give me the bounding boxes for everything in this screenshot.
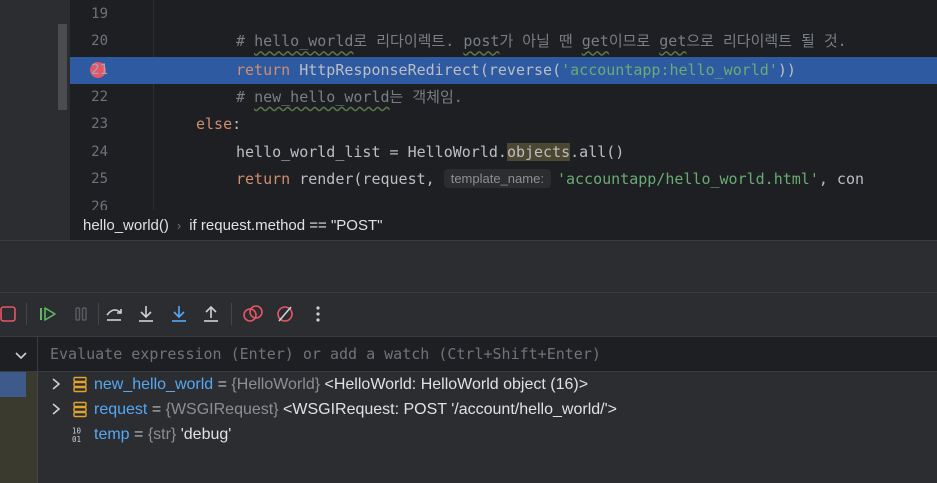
view-breakpoints-icon[interactable]	[242, 303, 264, 325]
variable-text: temp = {str} 'debug'	[94, 426, 232, 443]
line-number: 25	[91, 171, 108, 188]
svg-text:01: 01	[72, 435, 81, 443]
variable-name: new_hello_world	[94, 376, 214, 393]
tool-strip-scrollbar[interactable]	[58, 24, 67, 110]
chevron-right-icon[interactable]	[49, 376, 63, 392]
variable-row[interactable]: 10 01 temp = {str} 'debug'	[38, 422, 937, 447]
code-line[interactable]: 23 else:	[70, 111, 937, 138]
breadcrumb-function[interactable]: hello_world()	[83, 217, 169, 234]
variable-value: <WSGIRequest: POST '/account/hello_world…	[278, 401, 617, 418]
variable-value: <HelloWorld: HelloWorld object (16)>	[320, 376, 589, 393]
object-icon	[72, 376, 88, 393]
variable-value: 'debug'	[176, 426, 232, 443]
line-number: 22	[91, 88, 108, 105]
variables-panel: new_hello_world = {HelloWorld} <HelloWor…	[38, 372, 937, 483]
line-number: 19	[91, 6, 108, 22]
variable-type: {HelloWorld}	[231, 376, 321, 393]
code-text: # new_hello_world는 객체임.	[236, 87, 463, 106]
chevron-down-icon[interactable]	[12, 346, 30, 364]
code-line[interactable]: 19	[70, 1, 937, 28]
line-number: 24	[91, 143, 108, 160]
evaluate-row	[0, 336, 937, 373]
chevron-right-icon[interactable]	[49, 401, 63, 417]
execution-line[interactable]: 21 return HttpResponseRedirect(reverse('…	[70, 56, 937, 84]
evaluate-divider	[37, 337, 38, 373]
parameter-hint: template_name:	[443, 169, 551, 189]
line-number: 20	[91, 33, 108, 50]
code-editor[interactable]: 19 20 # hello_world로 리다이렉트. post가 아닐 땐 g…	[0, 0, 937, 240]
code-line[interactable]: 20 # hello_world로 리다이렉트. post가 아닐 땐 get이…	[70, 28, 937, 55]
breadcrumb: hello_world() › if request.method == "PO…	[70, 210, 937, 240]
toolbar-divider	[231, 303, 232, 325]
string-icon: 10 01	[72, 426, 88, 445]
code-text: hello_world_list = HelloWorld.objects.al…	[236, 142, 625, 161]
debug-tabs-band	[0, 240, 937, 292]
code-text: # hello_world로 리다이렉트. post가 아닐 땐 get이므로 …	[236, 32, 847, 51]
code-text: else:	[196, 115, 242, 134]
variable-row[interactable]: request = {WSGIRequest} <WSGIRequest: PO…	[38, 397, 937, 422]
mute-breakpoints-icon[interactable]	[274, 303, 296, 325]
code-line[interactable]: 24 hello_world_list = HelloWorld.objects…	[70, 139, 937, 166]
debug-toolbar	[0, 292, 937, 336]
project-tool-strip	[0, 0, 70, 240]
object-icon	[72, 401, 88, 418]
resume-icon[interactable]	[37, 303, 59, 325]
step-into-icon[interactable]	[135, 303, 157, 325]
variable-text: new_hello_world = {HelloWorld} <HelloWor…	[94, 376, 589, 393]
code-text: return render(request, template_name:'ac…	[236, 169, 865, 189]
breadcrumb-condition[interactable]: if request.method == "POST"	[189, 217, 382, 234]
line-number: 23	[91, 116, 108, 133]
variable-name: request	[94, 401, 148, 418]
variable-type: {WSGIRequest}	[165, 401, 279, 418]
frames-panel[interactable]	[0, 372, 38, 483]
breadcrumb-separator: ›	[176, 217, 182, 233]
pause-icon[interactable]	[70, 303, 92, 325]
step-over-icon[interactable]	[103, 303, 125, 325]
evaluate-expression-input[interactable]	[40, 337, 937, 371]
variable-type: {str}	[147, 426, 177, 443]
variable-name: temp	[94, 426, 130, 443]
variable-text: request = {WSGIRequest} <WSGIRequest: PO…	[94, 401, 617, 418]
toolbar-divider	[26, 303, 27, 325]
code-text: return HttpResponseRedirect(reverse('acc…	[236, 60, 796, 79]
force-step-into-icon[interactable]	[168, 303, 190, 325]
selected-frame[interactable]	[0, 372, 26, 397]
variable-row[interactable]: new_hello_world = {HelloWorld} <HelloWor…	[38, 372, 937, 397]
line-number: 21	[91, 61, 108, 78]
step-out-icon[interactable]	[200, 303, 222, 325]
code-line[interactable]: 25 return render(request, template_name:…	[70, 166, 937, 193]
more-icon[interactable]	[307, 303, 329, 325]
code-line[interactable]: 22 # new_hello_world는 객체임.	[70, 84, 937, 111]
toolbar-divider	[98, 303, 99, 325]
stop-icon[interactable]	[0, 303, 19, 325]
